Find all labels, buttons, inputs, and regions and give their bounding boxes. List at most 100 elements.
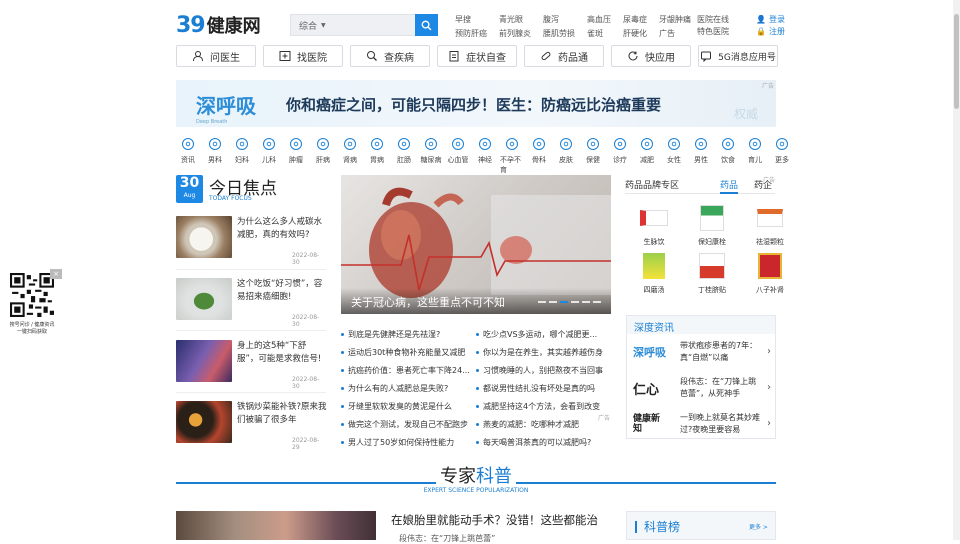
carousel-dot[interactable]	[571, 301, 579, 303]
nav-quick-app[interactable]: 快应用	[611, 45, 691, 67]
category-health[interactable]: 保健	[581, 137, 605, 175]
site-logo[interactable]: 39 健康网	[176, 12, 261, 38]
hot-link[interactable]: 高血压	[587, 14, 611, 25]
expert-headline[interactable]: 在娘胎里就能动手术？没错！这些都能治	[391, 512, 598, 528]
deep-news-item[interactable]: 仁心 段伟志：在“刀锋上跳芭蕾”，从死神手 ›	[633, 372, 773, 404]
search-button[interactable]	[415, 14, 438, 36]
category-male[interactable]: 男科	[203, 137, 227, 175]
brain-icon	[479, 138, 491, 150]
category-brain[interactable]: 神经	[473, 137, 497, 175]
category-kidney[interactable]: 肾病	[338, 137, 362, 175]
category-liver[interactable]: 肝病	[311, 137, 335, 175]
tab-drugs[interactable]: 药品	[720, 178, 739, 194]
category-diet[interactable]: 减肥	[635, 137, 659, 175]
drug-item[interactable]: 保妇康栓	[683, 203, 741, 247]
carousel-dot[interactable]	[549, 301, 557, 303]
ad-banner[interactable]: 深呼吸 Deep Breath 你和癌症之间，可能只隔四步！医生：防癌远比治癌重要…	[176, 80, 776, 127]
clinic-icon	[614, 138, 626, 150]
register-link[interactable]: 🔒 注册	[756, 26, 785, 38]
login-link[interactable]: 👤 登录	[756, 14, 785, 26]
list-item[interactable]: 身上的这5种“下舒服”，可能是求救信号! 2022-08-30	[176, 340, 326, 392]
category-baby[interactable]: 育儿	[743, 137, 767, 175]
news-link[interactable]: 做完这个测试，发现自己不配跑步	[341, 419, 476, 430]
close-icon[interactable]: ×	[50, 269, 62, 279]
category-fertility[interactable]: 不孕不育	[500, 137, 524, 175]
category-tumor[interactable]: 肿瘤	[284, 137, 308, 175]
ad-label: 广告	[598, 415, 611, 422]
news-link[interactable]: 减肥坚持这4个方法，会看到改变	[476, 401, 611, 412]
hot-link[interactable]: 腰肌劳损	[543, 28, 575, 39]
hot-link[interactable]: 腹泻	[543, 14, 575, 25]
carousel-dot-active[interactable]	[560, 301, 568, 303]
drug-item[interactable]: 生脉饮	[625, 203, 683, 247]
hot-link[interactable]: 广告	[659, 28, 691, 39]
hot-link[interactable]: 前列腺炎	[499, 28, 531, 39]
search-scope[interactable]: 综合	[299, 19, 317, 32]
news-link[interactable]: 抗癌药价值：患者死亡率下降24...	[341, 365, 476, 376]
list-item[interactable]: 这个吃饭“好习惯”，容易招来癌细胞! 2022-08-30	[176, 278, 326, 330]
hot-link[interactable]: 预防肝癌	[455, 28, 487, 39]
news-link[interactable]: 运动后30t种食物补充能量又减肥	[341, 347, 476, 358]
nav-disease[interactable]: 查疾病	[350, 45, 430, 67]
chevron-right-icon: ›	[767, 418, 771, 429]
category-label: 妇科	[235, 156, 249, 164]
hospital-link[interactable]: 特色医院	[697, 26, 729, 38]
expert-image[interactable]	[176, 511, 376, 540]
category-food[interactable]: 饮食	[716, 137, 740, 175]
news-link[interactable]: 你以为是在养生，其实越养越伤身	[476, 347, 611, 358]
deep-news-item[interactable]: 健康新知 一到晚上就莫名其妙难过?夜晚里要容易 ›	[633, 408, 773, 440]
category-clinic[interactable]: 诊疗	[608, 137, 632, 175]
category-more[interactable]: 更多	[770, 137, 794, 175]
hot-link[interactable]: 肝硬化	[623, 28, 647, 39]
category-child[interactable]: 儿科	[257, 137, 281, 175]
drug-item[interactable]: 祛湿颗粒	[741, 203, 799, 247]
search-input[interactable]: 综合 ▼	[290, 14, 415, 36]
category-news[interactable]: 资讯	[176, 137, 200, 175]
category-man[interactable]: 男性	[689, 137, 713, 175]
hero-carousel[interactable]: 关于冠心病，这些重点不可不知	[341, 175, 611, 314]
carousel-dot[interactable]	[593, 301, 601, 303]
news-link[interactable]: 为什么有的人减肥总是失败?	[341, 383, 476, 394]
hot-link[interactable]: 雀斑	[587, 28, 611, 39]
hot-link[interactable]: 尿毒症	[623, 14, 647, 25]
carousel-dot[interactable]	[582, 301, 590, 303]
category-skin[interactable]: 皮肤	[554, 137, 578, 175]
category-stomach[interactable]: 胃病	[365, 137, 389, 175]
hospital-link[interactable]: 医院在线	[697, 14, 729, 26]
hot-link[interactable]: 早搜	[455, 14, 487, 25]
hot-link[interactable]: 青光眼	[499, 14, 531, 25]
news-link[interactable]: 都说男性结扎没有坏处是真的吗	[476, 383, 611, 394]
category-anus[interactable]: 肛肠	[392, 137, 416, 175]
category-female[interactable]: 妇科	[230, 137, 254, 175]
drug-item[interactable]: 八子补肾	[741, 251, 799, 295]
link-row: 到底是先健脾还是先祛湿? 吃少点VS多运动，哪个减肥更...	[341, 325, 611, 343]
news-link[interactable]: 每天喝普洱茶真的可以减肥吗?	[476, 437, 611, 448]
carousel-dot[interactable]	[538, 301, 546, 303]
hot-link[interactable]: 牙龈肿痛	[659, 14, 691, 25]
news-link[interactable]: 到底是先健脾还是先祛湿?	[341, 329, 476, 340]
drug-item[interactable]: 四磨汤	[625, 251, 683, 295]
date-day: 30	[179, 175, 200, 191]
nav-5g-message[interactable]: 5G消息应用号	[698, 45, 778, 67]
nav-symptom-check[interactable]: 症状自查	[437, 45, 517, 67]
news-link[interactable]: 习惯晚睡的人，别把熬夜不当回事	[476, 365, 611, 376]
category-bone[interactable]: 骨科	[527, 137, 551, 175]
deep-news-item[interactable]: 深呼吸 带状疱疹患者的7年：真“自燃”以痛 ›	[633, 336, 773, 368]
nav-find-hospital[interactable]: 找医院	[263, 45, 343, 67]
scrollbar-thumb[interactable]	[954, 14, 959, 109]
nav-ask-doctor[interactable]: 问医生	[176, 45, 256, 67]
news-link[interactable]: 吃少点VS多运动，哪个减肥更...	[476, 329, 611, 340]
scrollbar[interactable]	[953, 0, 960, 540]
news-link[interactable]: 男人过了50岁如何保持性能力	[341, 437, 476, 448]
more-link[interactable]: 更多 >	[749, 522, 768, 531]
link-row: 为什么有的人减肥总是失败? 都说男性结扎没有坏处是真的吗	[341, 379, 611, 397]
nav-drugs[interactable]: 药品通	[524, 45, 604, 67]
drug-item[interactable]: 丁桂脐贴	[683, 251, 741, 295]
news-link[interactable]: 燕麦的减肥：吃哪种才减肥	[476, 419, 611, 430]
category-heart[interactable]: 心血管	[446, 137, 470, 175]
category-diabetes[interactable]: 糖尿病	[419, 137, 443, 175]
list-item[interactable]: 铁锅炒菜能补铁?原来我们被骗了很多年 2022-08-29	[176, 401, 327, 453]
news-link[interactable]: 牙缝里软软发臭的黄泥是什么	[341, 401, 476, 412]
category-woman[interactable]: 女性	[662, 137, 686, 175]
list-item[interactable]: 为什么这么多人戒碳水减肥，真的有效吗? 2022-08-30	[176, 216, 326, 268]
